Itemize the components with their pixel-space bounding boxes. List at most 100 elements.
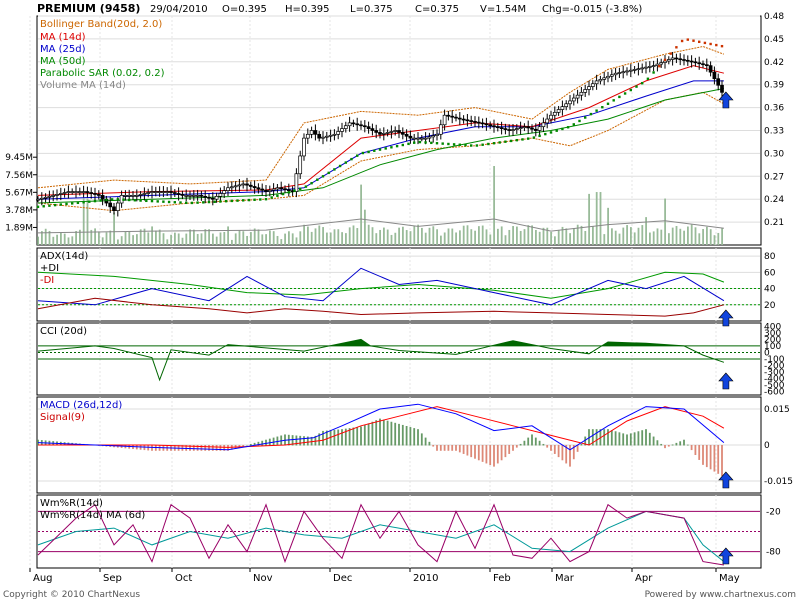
sar-dot	[82, 201, 85, 204]
copyright-text: Copyright © 2010 ChartNexus	[3, 590, 140, 600]
volume-bar	[466, 225, 469, 245]
volume-bar	[272, 231, 275, 245]
volume-bar	[713, 235, 716, 245]
volume-bar	[649, 232, 651, 245]
macd-histogram-bar	[204, 445, 207, 451]
candle-body	[153, 191, 158, 193]
macd-histogram-bar	[553, 445, 556, 454]
macd-histogram-bar	[341, 429, 343, 446]
macd-histogram-bar	[447, 445, 450, 451]
sar-dot	[122, 198, 125, 201]
candle-body	[606, 75, 610, 79]
sar-dot	[464, 143, 467, 147]
x-tick-label: Aug	[33, 573, 53, 584]
sar-dot	[612, 99, 615, 102]
candle-body	[176, 193, 181, 195]
sar-dot	[321, 175, 325, 178]
sar-dot	[430, 141, 433, 145]
macd-histogram-bar	[527, 437, 530, 446]
volume-bar	[512, 226, 514, 245]
close-label: C=0.375	[415, 4, 459, 15]
candle-body	[435, 133, 439, 136]
macd-histogram-bar	[451, 445, 454, 451]
x-tick-label: Apr	[635, 573, 653, 584]
sar-dot	[720, 44, 724, 48]
candle-body	[85, 191, 90, 193]
volume-bar	[67, 237, 70, 245]
macd-histogram-bar	[211, 445, 214, 451]
sar-dot	[224, 200, 228, 203]
sar-dot	[578, 119, 581, 123]
candle-body	[381, 133, 386, 135]
sar-dot	[675, 46, 678, 49]
sar-dot	[413, 141, 416, 144]
sar-dot	[618, 95, 621, 99]
sar-dot	[304, 185, 308, 188]
volume-bar	[189, 229, 191, 245]
candle-body	[640, 67, 645, 70]
sar-dot	[242, 199, 245, 202]
candle-body	[476, 121, 481, 124]
macd-histogram-bar	[371, 421, 374, 446]
candle-body	[283, 188, 287, 191]
candle-body	[218, 193, 223, 197]
macd-histogram-bar	[299, 435, 302, 446]
candle-body	[96, 194, 101, 196]
candle-body	[81, 191, 86, 193]
macd-histogram-bar	[664, 445, 666, 449]
candle-body	[188, 195, 192, 197]
macd-histogram-bar	[652, 436, 655, 446]
candle-body	[537, 126, 542, 131]
volume-bar	[542, 227, 545, 245]
volume-bar	[360, 184, 362, 245]
volume-bar	[523, 229, 526, 245]
candle-body	[408, 135, 413, 139]
volume-bar	[44, 228, 47, 245]
macd-histogram-bar	[493, 445, 495, 467]
candle-body	[321, 136, 325, 139]
macd-histogram-bar	[265, 439, 267, 446]
candle-body	[393, 130, 398, 132]
candle-body	[169, 191, 173, 193]
candle-body	[237, 184, 242, 187]
x-tick-label: Mar	[555, 573, 575, 584]
volume-bar	[322, 227, 324, 245]
sar-dot	[356, 154, 359, 157]
candle-body	[62, 192, 67, 194]
sar-dot	[669, 52, 672, 55]
macd-histogram-bar	[595, 429, 598, 446]
candle-body	[252, 186, 257, 189]
candle-body	[685, 59, 690, 62]
candle-body	[545, 118, 550, 124]
sar-dot	[150, 199, 154, 203]
volume-bar	[269, 230, 271, 245]
sar-dot	[378, 148, 382, 151]
candle-body	[207, 196, 211, 199]
sar-dot	[48, 204, 51, 207]
candle-body	[112, 206, 116, 211]
volume-bar	[717, 232, 720, 245]
volume-bar	[147, 232, 150, 245]
volume-bar	[588, 193, 590, 245]
candle-body	[697, 62, 702, 65]
volume-bar	[151, 226, 153, 245]
volume-bar	[432, 226, 435, 245]
macd-histogram-bar	[550, 445, 552, 451]
volume-bar	[185, 233, 188, 245]
volume-bar	[219, 232, 222, 245]
volume-bar	[52, 236, 55, 245]
macd-histogram-bar	[626, 434, 628, 446]
candle-body	[389, 131, 394, 133]
sar-dot	[167, 200, 171, 204]
macd-histogram-bar	[523, 440, 526, 446]
macd-histogram-bar	[458, 445, 461, 453]
candle-body	[587, 86, 591, 90]
macd-y-tick-label: -0.015	[764, 477, 793, 487]
sar-dot	[641, 81, 644, 85]
macd-histogram-bar	[694, 445, 697, 456]
volume-bar	[193, 229, 195, 245]
volume-bar	[371, 227, 374, 245]
macd-histogram-bar	[394, 422, 397, 446]
volume-bar	[569, 233, 571, 245]
volume-bar	[196, 233, 199, 245]
